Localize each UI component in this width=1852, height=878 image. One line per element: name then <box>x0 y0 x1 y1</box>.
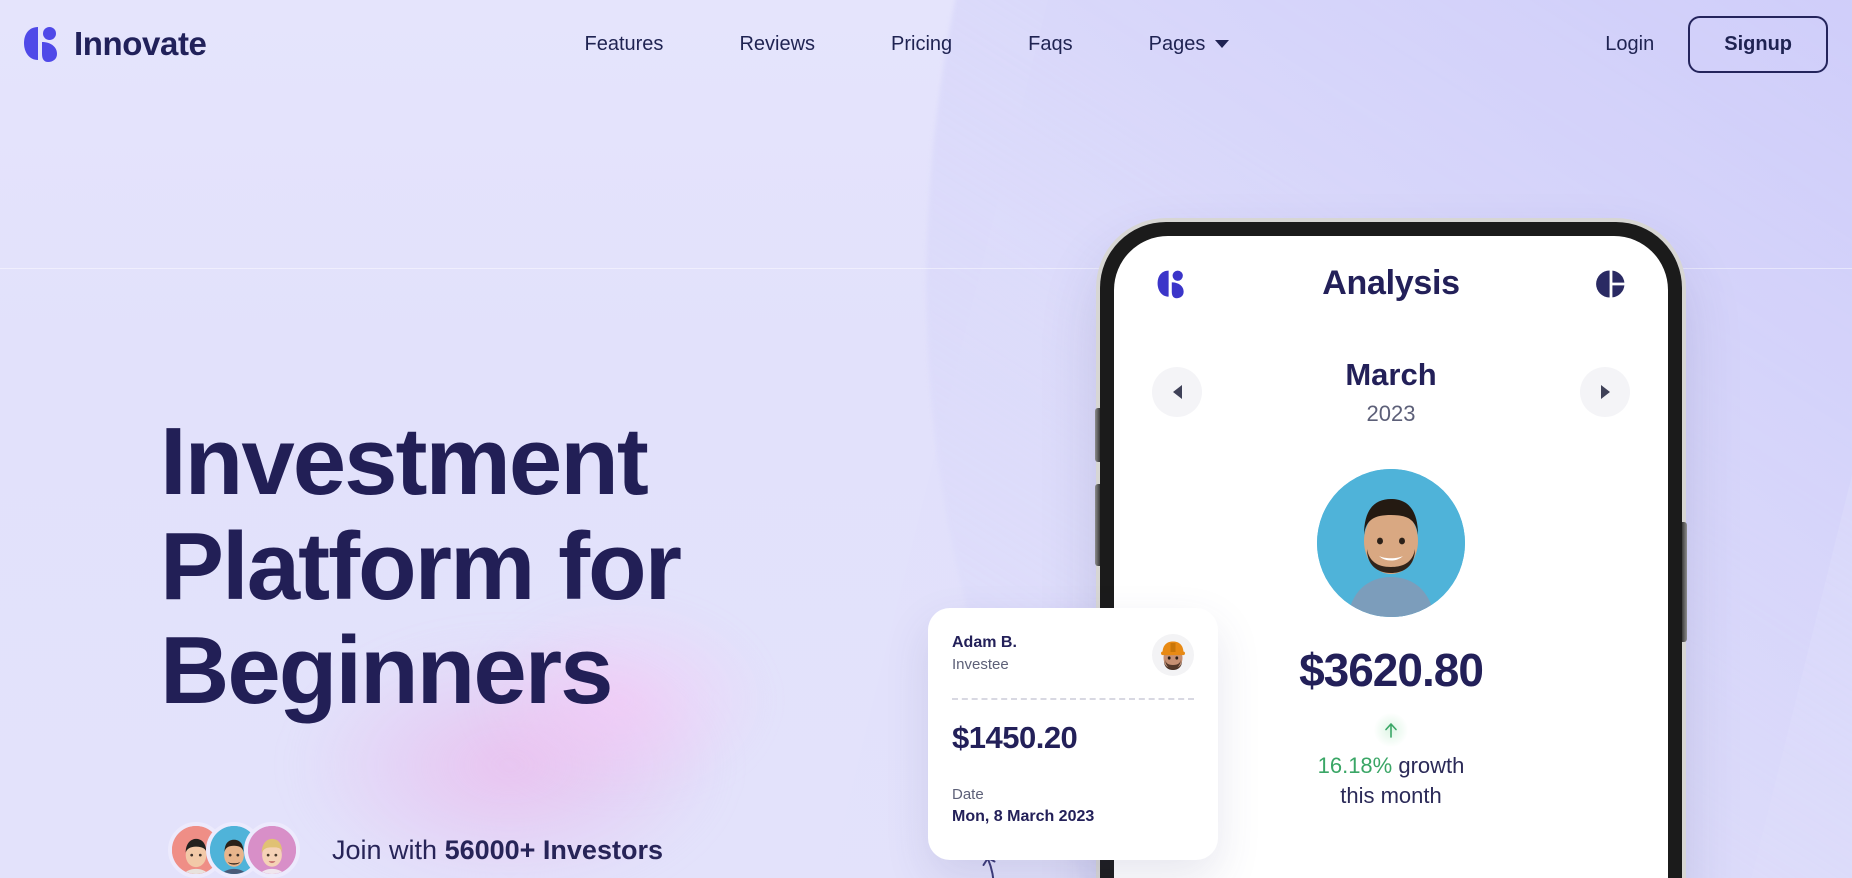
investee-card-header: Adam B. Investee <box>952 634 1194 676</box>
brand-logo[interactable]: Innovate <box>22 24 207 64</box>
nav-link-features[interactable]: Features <box>547 25 702 64</box>
hero-text-block: Investment Platform for Beginners <box>160 408 682 725</box>
nav-link-faqs[interactable]: Faqs <box>990 25 1110 64</box>
phone-volume-up-button[interactable] <box>1095 408 1100 462</box>
growth-suffix: growth <box>1392 753 1465 778</box>
month-year: 2023 <box>1366 401 1416 426</box>
phone-volume-down-button[interactable] <box>1095 484 1100 566</box>
investment-amount: $1450.20 <box>952 720 1078 755</box>
next-month-button[interactable] <box>1580 367 1630 417</box>
investee-identity: Adam B. Investee <box>952 634 1017 673</box>
nav-link-reviews[interactable]: Reviews <box>701 25 853 64</box>
social-proof-text: Join with 56000+ Investors <box>332 835 663 866</box>
investee-role: Investee <box>952 656 1009 673</box>
nav-link-pricing[interactable]: Pricing <box>853 25 990 64</box>
profile-photo <box>1317 469 1465 617</box>
investor-avatar-group <box>168 822 300 878</box>
main-navigation: Features Reviews Pricing Faqs Pages <box>547 25 1268 64</box>
chevron-down-icon <box>1215 40 1230 48</box>
date-label: Date <box>952 786 984 803</box>
app-title: Analysis <box>1322 264 1460 302</box>
brand-name: Innovate <box>74 25 207 62</box>
card-divider <box>952 698 1194 700</box>
phone-power-button[interactable] <box>1682 522 1687 642</box>
triangle-left-icon <box>1172 385 1182 399</box>
leaf-sprout-icon <box>22 24 60 64</box>
arrow-up-icon <box>1374 713 1408 747</box>
nav-link-pages-label: Pages <box>1148 32 1206 55</box>
site-header: Innovate Features Reviews Pricing Faqs P… <box>0 0 1852 88</box>
growth-percent: 16.18% <box>1317 753 1393 778</box>
nav-link-pages[interactable]: Pages <box>1111 25 1268 64</box>
month-display: March 2023 <box>1345 357 1436 427</box>
header-actions: Login Signup <box>1599 15 1828 73</box>
avatar <box>244 822 300 878</box>
pie-chart-icon[interactable] <box>1596 269 1626 299</box>
login-link[interactable]: Login <box>1599 25 1660 64</box>
triangle-right-icon <box>1600 385 1610 399</box>
month-selector: March 2023 <box>1114 303 1668 427</box>
memoji-avatar-orange-cap <box>1152 634 1194 676</box>
previous-month-button[interactable] <box>1152 367 1202 417</box>
social-proof: Join with 56000+ Investors <box>168 822 663 878</box>
leaf-sprout-icon <box>1156 268 1186 300</box>
investee-card[interactable]: Adam B. Investee $1450.20 Date Mon, 8 Ma… <box>928 608 1218 860</box>
app-header: Analysis <box>1114 236 1668 303</box>
date-value: Mon, 8 March 2023 <box>952 808 1095 825</box>
social-proof-count: 56000+ Investors <box>444 834 663 865</box>
investee-name: Adam B. <box>952 634 1017 651</box>
social-proof-prefix: Join with <box>332 834 445 865</box>
month-name: March <box>1345 357 1437 392</box>
signup-button[interactable]: Signup <box>1688 15 1828 73</box>
page-title: Investment Platform for Beginners <box>160 408 682 725</box>
